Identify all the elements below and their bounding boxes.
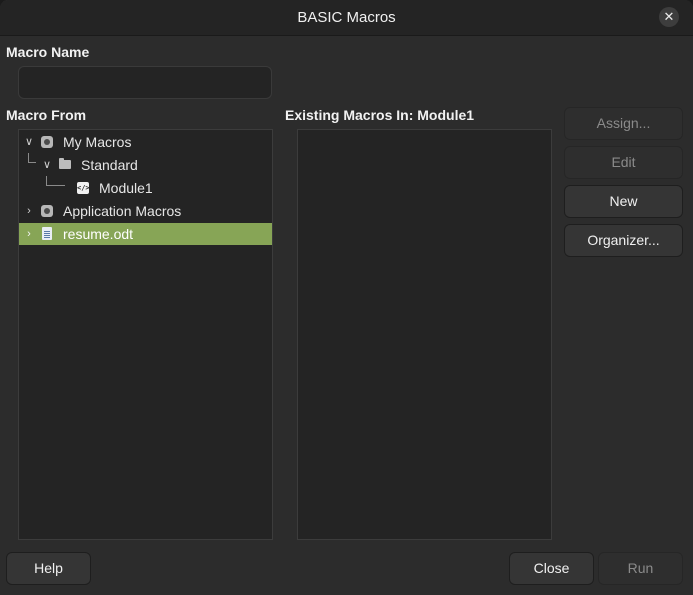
tree-item-label: My Macros — [63, 134, 132, 150]
close-icon: ✕ — [663, 9, 675, 24]
chevron-down-icon[interactable]: ∨ — [23, 131, 35, 153]
tree-item-standard[interactable]: ∨ Standard — [19, 154, 272, 176]
assign-button[interactable]: Assign... — [564, 107, 683, 140]
library-icon — [41, 205, 53, 217]
macro-name-label: Macro Name — [6, 44, 90, 60]
close-button[interactable]: Close — [509, 552, 594, 585]
edit-button[interactable]: Edit — [564, 146, 683, 179]
organizer-button[interactable]: Organizer... — [564, 224, 683, 257]
code-module-icon: </> — [77, 182, 90, 194]
chevron-down-icon[interactable]: ∨ — [41, 154, 53, 176]
tree-item-module1[interactable]: </> Module1 — [19, 177, 272, 199]
title-bar: BASIC Macros ✕ — [0, 0, 693, 36]
folder-icon — [59, 158, 71, 169]
tree-item-label: resume.odt — [63, 226, 134, 242]
tree-item-label: Application Macros — [63, 203, 182, 219]
macro-from-label: Macro From — [6, 107, 87, 123]
tree-item-resume-odt[interactable]: › resume.odt — [19, 223, 272, 245]
existing-macros-label: Existing Macros In: Module1 — [285, 107, 475, 123]
tree-item-my-macros[interactable]: ∨ My Macros — [19, 131, 272, 153]
new-button[interactable]: New — [564, 185, 683, 218]
help-button[interactable]: Help — [6, 552, 91, 585]
macro-name-input[interactable] — [18, 66, 272, 99]
tree-item-label: Module1 — [99, 180, 153, 196]
close-window-button[interactable]: ✕ — [659, 7, 679, 27]
library-icon — [41, 136, 53, 148]
run-button[interactable]: Run — [598, 552, 683, 585]
chevron-right-icon[interactable]: › — [23, 200, 35, 222]
chevron-right-icon[interactable]: › — [23, 223, 35, 245]
dialog-title: BASIC Macros — [297, 9, 396, 26]
existing-macros-list[interactable] — [297, 129, 552, 540]
tree-item-label: Standard — [81, 157, 138, 173]
document-icon — [42, 227, 52, 240]
tree-item-application-macros[interactable]: › Application Macros — [19, 200, 272, 222]
basic-macros-dialog: BASIC Macros ✕ Macro Name Macro From ∨ M… — [0, 0, 693, 595]
macro-from-tree[interactable]: ∨ My Macros ∨ Standard </> Module1 › App… — [18, 129, 273, 540]
